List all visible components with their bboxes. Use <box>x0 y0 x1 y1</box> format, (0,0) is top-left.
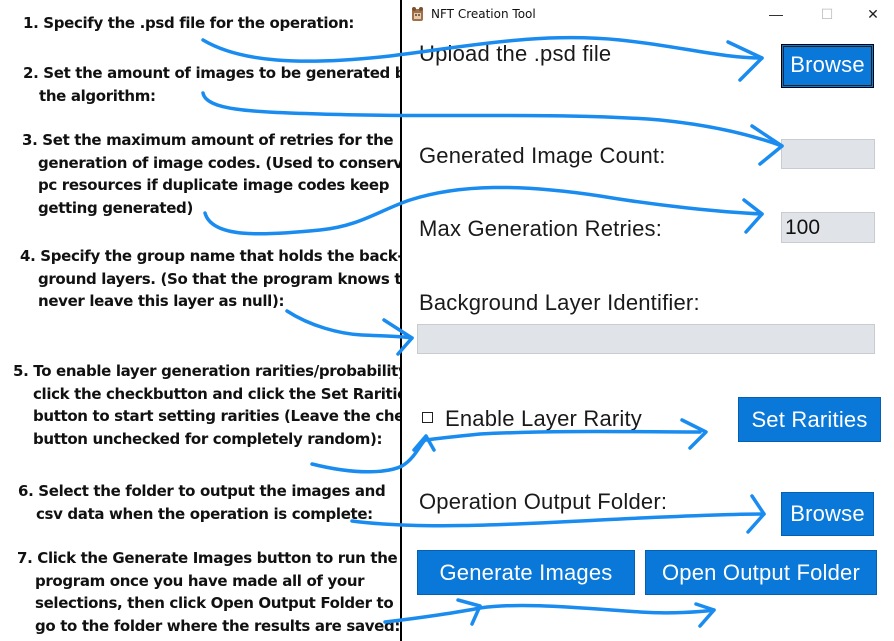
instruction-line: go to the folder where the results are s… <box>35 616 400 635</box>
set-rarities-button[interactable]: Set Rarities <box>738 397 881 442</box>
instruction-line: button unchecked for completely random): <box>33 429 383 448</box>
window-title: NFT Creation Tool <box>431 7 536 21</box>
background-layer-input[interactable] <box>417 324 875 354</box>
instruction-line: 2. Set the amount of images to be genera… <box>23 64 415 82</box>
browse-psd-button[interactable]: Browse <box>781 44 874 88</box>
instruction-step-4: 4. Specify the group name that holds the… <box>20 245 418 313</box>
instruction-line: 1. Specify the .psd file for the operati… <box>23 14 355 32</box>
arrow-step-4 <box>285 309 414 340</box>
upload-psd-label: Upload the .psd file <box>419 41 612 66</box>
image-count-input[interactable] <box>781 139 875 169</box>
app-window: NFT Creation Tool — ☐ ✕ Upload the .psd … <box>402 0 894 641</box>
instruction-line: the algorithm: <box>39 86 156 105</box>
image-count-label: Generated Image Count: <box>419 143 666 168</box>
instruction-line: click the checkbutton and click the Set … <box>33 384 416 403</box>
browse-output-button[interactable]: Browse <box>781 492 874 536</box>
instruction-line: 6. Select the folder to output the image… <box>18 482 386 500</box>
open-output-folder-button[interactable]: Open Output Folder <box>645 550 877 595</box>
instruction-step-3: 3. Set the maximum amount of retries for… <box>22 129 420 219</box>
rarity-label: Enable Layer Rarity <box>445 406 643 431</box>
instruction-step-5: 5. To enable layer generation rarities/p… <box>13 360 429 450</box>
instruction-step-2: 2. Set the amount of images to be genera… <box>23 62 421 107</box>
instruction-line: csv data when the operation is complete: <box>36 504 373 523</box>
instruction-line: selections, then click Open Output Folde… <box>35 594 394 612</box>
instruction-step-6: 6. Select the folder to output the image… <box>18 480 416 525</box>
instruction-line: generation of image codes. (Used to cons… <box>38 153 413 172</box>
maximize-button[interactable]: ☐ <box>816 4 838 24</box>
instruction-line: pc resources if duplicate image codes ke… <box>38 176 390 194</box>
instruction-line: 3. Set the maximum amount of retries for… <box>22 131 394 149</box>
title-bar[interactable]: NFT Creation Tool — ☐ ✕ <box>402 0 894 30</box>
instruction-line: never leave this layer as null): <box>38 292 285 310</box>
minimize-button[interactable]: — <box>765 4 787 24</box>
generate-images-button[interactable]: Generate Images <box>417 550 635 595</box>
instruction-step-1: 1. Specify the .psd file for the operati… <box>23 12 421 35</box>
background-layer-label: Background Layer Identifier: <box>419 290 700 315</box>
close-button[interactable]: ✕ <box>862 4 884 24</box>
instruction-line: button to start setting rarities (Leave … <box>33 407 429 425</box>
max-retries-input[interactable]: 100 <box>781 212 875 243</box>
instruction-line: 5. To enable layer generation rarities/p… <box>13 362 412 380</box>
instruction-line: 7. Click the Generate Images button to r… <box>17 549 398 567</box>
max-retries-label: Max Generation Retries: <box>419 216 663 241</box>
instruction-line: 4. Specify the group name that holds the… <box>20 247 404 265</box>
instruction-line: ground layers. (So that the program know… <box>38 269 412 288</box>
instruction-line: program once you have made all of your <box>35 571 365 590</box>
instruction-line: getting generated) <box>38 198 193 217</box>
instruction-step-7: 7. Click the Generate Images button to r… <box>17 547 415 637</box>
output-folder-label: Operation Output Folder: <box>419 489 668 514</box>
app-icon <box>412 7 423 21</box>
rarity-checkbox[interactable] <box>422 412 433 423</box>
